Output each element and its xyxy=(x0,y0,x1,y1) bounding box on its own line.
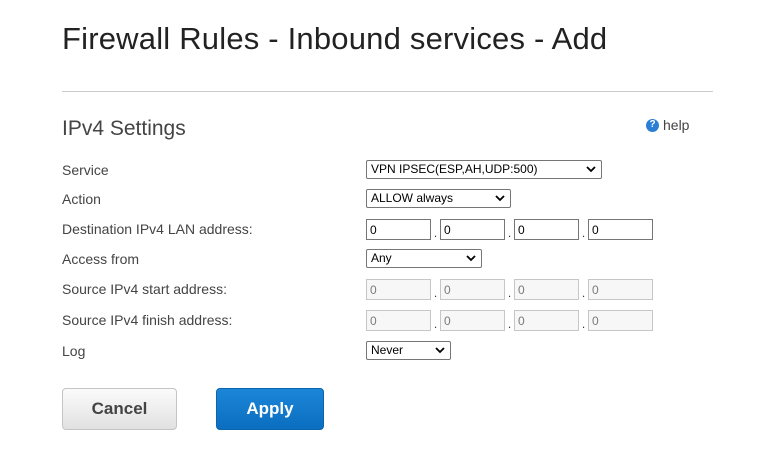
ip-separator: . xyxy=(433,226,438,240)
ip-separator: . xyxy=(507,286,512,300)
log-select-value: Never xyxy=(371,343,404,357)
service-label: Service xyxy=(62,162,109,178)
destination-ip-octet-2[interactable] xyxy=(440,219,505,240)
source-finish-octet-4[interactable] xyxy=(588,310,653,331)
source-start-octet-3[interactable] xyxy=(514,279,579,300)
title-divider xyxy=(62,91,713,92)
destination-ip-label: Destination IPv4 LAN address: xyxy=(62,221,253,237)
destination-ip-octet-1[interactable] xyxy=(366,219,431,240)
service-select[interactable]: VPN IPSEC(ESP,AH,UDP:500) xyxy=(366,160,602,179)
ip-separator: . xyxy=(581,286,586,300)
service-select-value: VPN IPSEC(ESP,AH,UDP:500) xyxy=(371,162,538,176)
action-label: Action xyxy=(62,191,101,207)
source-finish-ip-group: . . . xyxy=(366,310,653,331)
source-finish-label: Source IPv4 finish address: xyxy=(62,312,233,328)
source-finish-octet-3[interactable] xyxy=(514,310,579,331)
ip-separator: . xyxy=(507,317,512,331)
destination-ip-octet-3[interactable] xyxy=(514,219,579,240)
source-start-label: Source IPv4 start address: xyxy=(62,281,227,297)
access-from-row: Access from Any xyxy=(62,249,722,271)
destination-ip-row: Destination IPv4 LAN address: . . . xyxy=(62,219,722,241)
source-finish-octet-1[interactable] xyxy=(366,310,431,331)
source-start-row: Source IPv4 start address: . . . xyxy=(62,279,722,301)
ip-separator: . xyxy=(433,286,438,300)
chevron-down-icon xyxy=(495,195,505,202)
ip-separator: . xyxy=(581,317,586,331)
service-row: Service VPN IPSEC(ESP,AH,UDP:500) xyxy=(62,160,722,182)
destination-ip-octet-4[interactable] xyxy=(588,219,653,240)
log-row: Log Never xyxy=(62,341,722,363)
cancel-button[interactable]: Cancel xyxy=(62,388,177,430)
access-from-select-value: Any xyxy=(371,251,392,265)
chevron-down-icon xyxy=(586,166,596,173)
source-finish-row: Source IPv4 finish address: . . . xyxy=(62,310,722,332)
action-select-value: ALLOW always xyxy=(371,191,454,205)
source-start-ip-group: . . . xyxy=(366,279,653,300)
page-title: Firewall Rules - Inbound services - Add xyxy=(62,21,608,56)
help-label: help xyxy=(663,117,690,133)
source-finish-octet-2[interactable] xyxy=(440,310,505,331)
section-title: IPv4 Settings xyxy=(62,117,186,140)
source-start-octet-1[interactable] xyxy=(366,279,431,300)
ip-separator: . xyxy=(581,226,586,240)
action-row: Action ALLOW always xyxy=(62,189,722,211)
chevron-down-icon xyxy=(435,347,445,354)
log-label: Log xyxy=(62,343,86,359)
log-select[interactable]: Never xyxy=(366,341,451,360)
question-circle-icon: ? xyxy=(646,118,659,132)
ip-separator: . xyxy=(507,226,512,240)
destination-ip-group: . . . xyxy=(366,219,653,240)
apply-button[interactable]: Apply xyxy=(216,388,324,430)
help-link[interactable]: ? help xyxy=(646,117,689,133)
access-from-label: Access from xyxy=(62,251,140,267)
ip-separator: . xyxy=(433,317,438,331)
action-select[interactable]: ALLOW always xyxy=(366,189,511,208)
chevron-down-icon xyxy=(466,255,476,262)
access-from-select[interactable]: Any xyxy=(366,249,482,268)
source-start-octet-4[interactable] xyxy=(588,279,653,300)
source-start-octet-2[interactable] xyxy=(440,279,505,300)
